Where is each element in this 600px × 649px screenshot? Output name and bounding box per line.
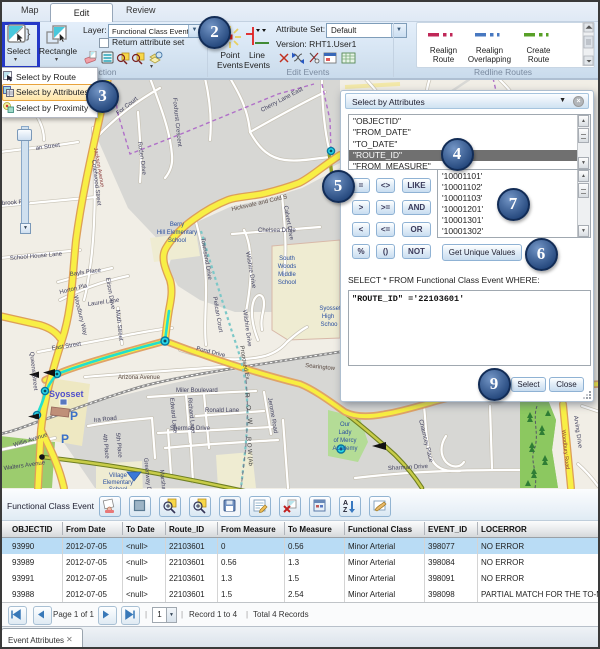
svg-text:Schoo: Schoo [320, 322, 338, 328]
svg-text:Academy: Academy [332, 446, 357, 452]
svg-text:Syosset: Syosset [319, 306, 341, 312]
svg-text:Syosset: Syosset [49, 389, 84, 399]
svg-text:Woods: Woods [278, 264, 297, 270]
svg-text:Village: Village [109, 473, 128, 479]
svg-text:Ronald Lane: Ronald Lane [205, 408, 240, 414]
svg-text:Lady: Lady [338, 430, 351, 436]
svg-text:A: A [343, 500, 348, 507]
svg-text:Miler Boulevard: Miler Boulevard [176, 388, 218, 394]
svg-text:Arizona Avenue: Arizona Avenue [118, 375, 161, 381]
svg-text:School: School [278, 280, 296, 286]
svg-text:Middle: Middle [278, 272, 296, 278]
svg-text:P: P [61, 432, 69, 446]
svg-text:of Mercy: of Mercy [333, 438, 356, 444]
svg-text:Elementary: Elementary [103, 480, 133, 486]
svg-text:P: P [70, 409, 78, 423]
svg-text:}: } [26, 26, 31, 41]
svg-text:Sherman Drive: Sherman Drive [170, 426, 211, 432]
svg-text:School: School [168, 238, 186, 244]
svg-text:Our: Our [340, 422, 350, 428]
svg-text:Hill Elementary: Hill Elementary [157, 230, 197, 236]
svg-text:Berry: Berry [170, 222, 184, 228]
svg-text:Chelsea Drive: Chelsea Drive [258, 228, 296, 234]
svg-text:South: South [279, 256, 295, 262]
svg-text:High: High [322, 314, 334, 320]
svg-text:Z: Z [343, 507, 348, 514]
